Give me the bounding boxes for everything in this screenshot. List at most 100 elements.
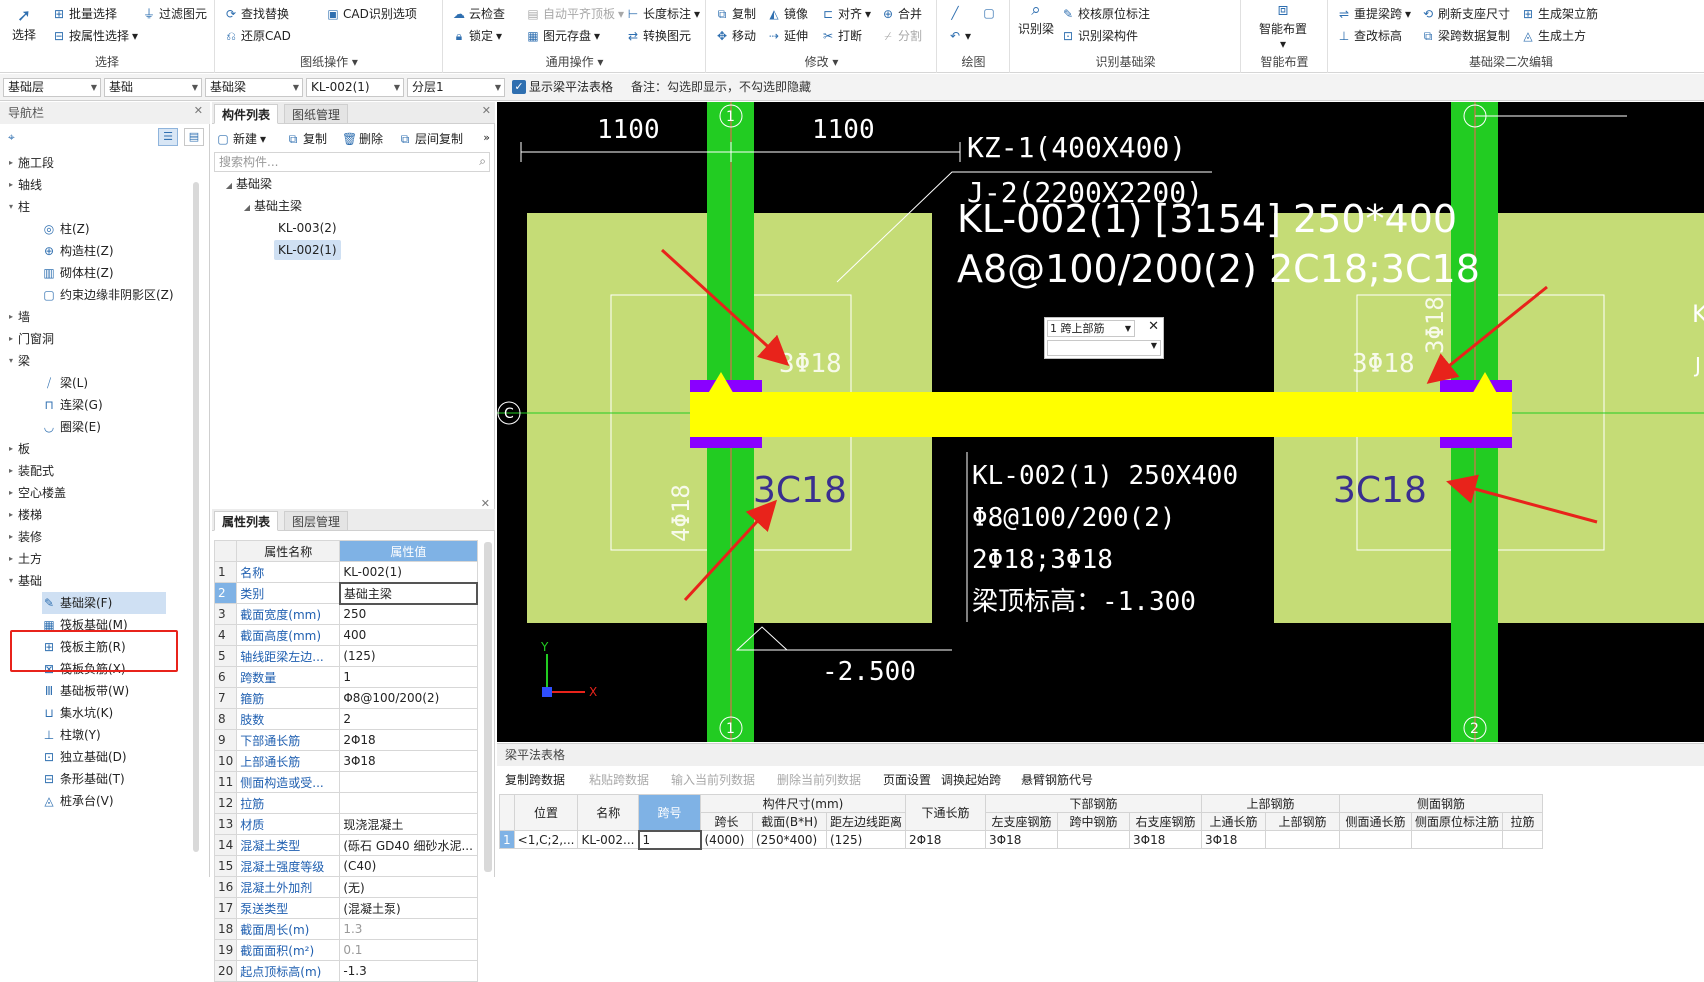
identify-parts-button[interactable]: ⊡ 识别梁构件 bbox=[1061, 28, 1138, 44]
length-mark-button[interactable]: ⊢ 长度标注 ▾ bbox=[626, 6, 700, 22]
property-value[interactable]: 0.1 bbox=[339, 939, 478, 961]
tree-child[interactable]: ◢ 基础主梁 bbox=[240, 196, 302, 218]
property-value[interactable]: Φ8@100/200(2) bbox=[339, 687, 478, 709]
nav-group-7[interactable]: ▸ 装配式 bbox=[4, 460, 54, 482]
property-row[interactable]: 3 截面宽度(mm) 250 bbox=[213, 603, 478, 625]
group-label-drawing-ops[interactable]: 图纸操作 ▾ bbox=[216, 53, 442, 70]
property-row[interactable]: 2 类别 基础主梁 bbox=[213, 581, 479, 605]
tree-item-kl003[interactable]: KL-003(2) bbox=[278, 218, 337, 238]
property-value[interactable]: 2Φ18 bbox=[339, 729, 478, 751]
property-value[interactable]: (C40) bbox=[339, 855, 478, 877]
sublayer-select[interactable]: 分层1 ▼ bbox=[407, 78, 505, 97]
filter-elements-button[interactable]: ⏚ 过滤图元 bbox=[142, 6, 207, 22]
type-select[interactable]: 基础梁 ▼ bbox=[205, 78, 303, 97]
property-row[interactable]: 14 混凝土类型 (砾石 GD40 细砂水泥... bbox=[213, 834, 478, 856]
property-row[interactable]: 13 材质 现浇混凝土 bbox=[213, 813, 478, 835]
property-row[interactable]: 17 泵送类型 (混凝土泵) bbox=[213, 897, 478, 919]
nav-scrollbar[interactable] bbox=[193, 182, 199, 852]
layer-select[interactable]: 基础层 ▼ bbox=[3, 78, 101, 97]
check-marks-button[interactable]: ✎ 校核原位标注 bbox=[1061, 6, 1150, 22]
nav-group-4[interactable]: ▸ 门窗洞 bbox=[4, 328, 54, 350]
nav-group-3[interactable]: ▸ 墙 bbox=[4, 306, 30, 328]
property-value[interactable]: 1 bbox=[339, 666, 478, 688]
reextract-span-button[interactable]: ⇌ 重提梁跨 ▾ bbox=[1337, 6, 1411, 22]
nav-group-9[interactable]: ▸ 楼梯 bbox=[4, 504, 42, 526]
tab-layer-manage[interactable]: 图层管理 bbox=[284, 511, 349, 531]
property-value[interactable]: -1.3 bbox=[339, 960, 478, 982]
cell-name[interactable]: KL-002... bbox=[577, 830, 639, 849]
span-input[interactable]: ▼ bbox=[1047, 340, 1161, 356]
property-scrollbar[interactable] bbox=[484, 542, 492, 872]
pin-icon[interactable]: ⌖ bbox=[8, 130, 15, 145]
draw-arc-button[interactable]: ↶ ▾ bbox=[948, 28, 971, 44]
nav-group-2[interactable]: ▾ 柱 bbox=[4, 196, 30, 218]
property-row[interactable]: 20 起点顶标高(m) -1.3 bbox=[213, 960, 478, 982]
span-select[interactable]: 1 跨上部筋 ▼ bbox=[1047, 320, 1135, 337]
property-value[interactable]: 3Φ18 bbox=[339, 750, 478, 772]
cell-mid[interactable] bbox=[1057, 830, 1131, 849]
nav-item-column-1[interactable]: ⊕ 构造柱(Z) bbox=[42, 240, 114, 262]
group-label-modify[interactable]: 修改 ▾ bbox=[707, 53, 936, 70]
break-button[interactable]: ✂ 打断 bbox=[821, 28, 862, 44]
close-icon[interactable]: ✕ bbox=[482, 104, 491, 117]
property-value[interactable]: 400 bbox=[339, 624, 478, 646]
identify-beam-button[interactable]: ⌕ 识别梁 bbox=[1015, 0, 1057, 37]
beam-kl002[interactable] bbox=[690, 392, 1512, 437]
cell-right_sup[interactable]: 3Φ18 bbox=[1129, 830, 1203, 849]
cell-top_through[interactable]: 3Φ18 bbox=[1201, 830, 1267, 849]
detail-view-icon[interactable]: ▤ bbox=[184, 128, 204, 146]
move-button[interactable]: ✥ 移动 bbox=[715, 28, 756, 44]
extend-button[interactable]: ⇢ 延伸 bbox=[767, 28, 808, 44]
mirror-button[interactable]: ◭ 镜像 bbox=[767, 6, 808, 22]
cell-tie[interactable] bbox=[1502, 830, 1544, 849]
batch-select-button[interactable]: ⊞ 批量选择 bbox=[52, 6, 117, 22]
beam-table-tool-6[interactable]: 悬臂钢筋代号 bbox=[1021, 772, 1093, 788]
nav-group-6[interactable]: ▸ 板 bbox=[4, 438, 30, 460]
split-button[interactable]: ⌿ 分割 bbox=[881, 28, 922, 44]
search-input[interactable]: 搜索构件... bbox=[214, 152, 490, 172]
nav-item-foundation-9[interactable]: ◬ 桩承台(V) bbox=[42, 790, 113, 812]
span-copy-button[interactable]: ⧉ 梁跨数据复制 bbox=[1421, 28, 1510, 44]
property-row[interactable]: 7 箍筋 Φ8@100/200(2) bbox=[213, 687, 478, 709]
beam-table-tool-3[interactable]: 删除当前列数据 bbox=[777, 772, 861, 788]
cell-dist[interactable]: (125) bbox=[825, 830, 907, 849]
group-label-general-ops[interactable]: 通用操作 ▾ bbox=[444, 53, 705, 70]
property-row[interactable]: 4 截面高度(mm) 400 bbox=[213, 624, 478, 646]
refresh-support-button[interactable]: ⟲ 刷新支座尺寸 bbox=[1421, 6, 1510, 22]
cell-sec[interactable]: (250*400) bbox=[752, 830, 827, 849]
draw-rect-button[interactable]: ▢ bbox=[982, 6, 996, 20]
nav-group-12[interactable]: ▾ 基础 bbox=[4, 570, 42, 592]
nav-item-column-2[interactable]: ▥ 砌体柱(Z) bbox=[42, 262, 113, 284]
align-button[interactable]: ⊏ 对齐 ▾ bbox=[821, 6, 871, 22]
nav-item-column-3[interactable]: ▢ 约束边缘非阴影区(Z) bbox=[42, 284, 173, 306]
property-value[interactable]: (混凝土泵) bbox=[339, 897, 478, 919]
tree-root[interactable]: ◢ 基础梁 bbox=[222, 174, 272, 196]
nav-item-foundation-0[interactable]: ✎ 基础梁(F) bbox=[42, 592, 166, 614]
cell-left_sup[interactable]: 3Φ18 bbox=[985, 830, 1059, 849]
beam-table-tool-0[interactable]: 复制跨数据 bbox=[505, 772, 565, 788]
nav-group-11[interactable]: ▸ 土方 bbox=[4, 548, 42, 570]
lock-button[interactable]: 🔒︎ 锁定 ▾ bbox=[452, 28, 502, 44]
convert-element-button[interactable]: ⇄ 转换图元 bbox=[626, 28, 691, 44]
nav-item-beam-1[interactable]: ⊓ 连梁(G) bbox=[42, 394, 102, 416]
property-value[interactable]: 基础主梁 bbox=[338, 581, 479, 605]
cell-idx[interactable]: 1 bbox=[499, 830, 515, 849]
cell-side_orig[interactable] bbox=[1411, 830, 1504, 849]
beam-table-tool-5[interactable]: 调换起始跨 bbox=[941, 772, 1001, 788]
cell-side_through[interactable] bbox=[1339, 830, 1413, 849]
property-value[interactable] bbox=[339, 771, 478, 793]
category-select[interactable]: 基础 ▼ bbox=[104, 78, 202, 97]
property-value[interactable]: 2 bbox=[339, 708, 478, 730]
property-value[interactable]: (无) bbox=[339, 876, 478, 898]
property-row[interactable]: 1 名称 KL-002(1) bbox=[213, 561, 478, 583]
popup-close-icon[interactable]: ✕ bbox=[1148, 319, 1159, 334]
nav-item-foundation-6[interactable]: ⊥ 柱墩(Y) bbox=[42, 724, 101, 746]
element-save-button[interactable]: ▦ 图元存盘 ▾ bbox=[526, 28, 600, 44]
floor-copy-button[interactable]: ⧉ 层间复制 bbox=[398, 131, 463, 147]
select-button[interactable]: ➚ 选择 bbox=[6, 6, 42, 43]
nav-group-0[interactable]: ▸ 施工段 bbox=[4, 152, 54, 174]
property-row[interactable]: 16 混凝土外加剂 (无) bbox=[213, 876, 478, 898]
gen-stirrup-button[interactable]: ⊞ 生成架立筋 bbox=[1521, 6, 1598, 22]
copy-component-button[interactable]: ⧉ 复制 bbox=[286, 131, 327, 147]
cad-options-button[interactable]: ▣ CAD识别选项 bbox=[326, 6, 417, 22]
